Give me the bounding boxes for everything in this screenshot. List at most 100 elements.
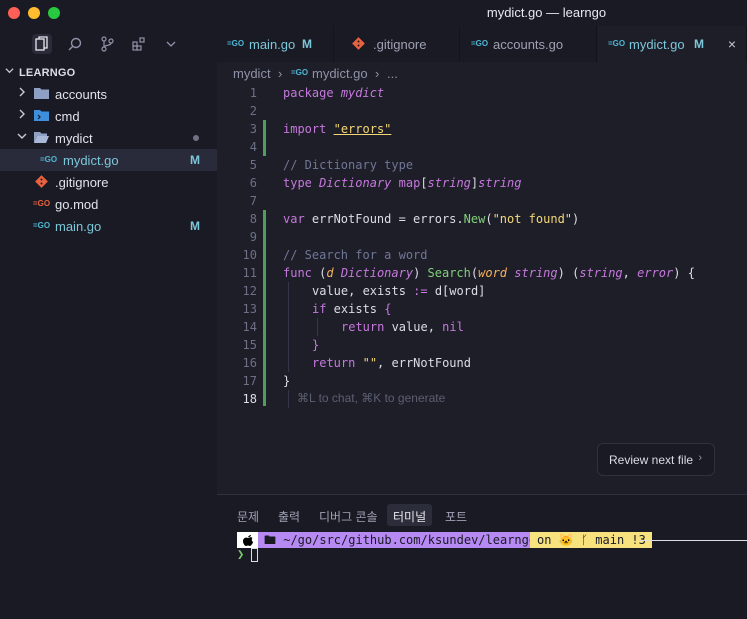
close-tab-icon[interactable]: × — [728, 36, 736, 52]
code-line: 10 // Search for a word — [217, 246, 747, 264]
line-number: 11 — [242, 266, 257, 280]
code-text: var errNotFound = errors.New("not found"… — [283, 212, 580, 226]
code-editor[interactable]: 1 package mydict 2 3 import "errors" 4 5… — [217, 84, 747, 494]
tab-problems[interactable]: 문제 — [237, 504, 259, 526]
code-text: } — [283, 374, 291, 388]
code-text: value, exists := d[word] — [312, 284, 486, 298]
modified-badge: M — [190, 219, 200, 233]
breadcrumb-separator: › — [375, 66, 380, 81]
git-icon — [352, 37, 365, 52]
line-number: 3 — [249, 122, 257, 136]
tab-main-go[interactable]: =GO main.go M — [217, 26, 334, 62]
modified-badge: M — [694, 37, 704, 51]
line-number: 6 — [249, 176, 257, 190]
files-icon[interactable] — [32, 34, 52, 54]
git-icon — [33, 175, 49, 189]
ai-hint: ⌘L to chat, ⌘K to generate — [297, 391, 446, 405]
tab-ports[interactable]: 포트 — [445, 504, 467, 526]
go-file-icon: =GO — [291, 68, 309, 77]
tree-item-accounts[interactable]: accounts — [0, 83, 217, 105]
tab-mydict-go[interactable]: =GO mydict.go M × — [598, 26, 747, 62]
tree-item-label: accounts — [55, 87, 108, 102]
code-line: 8 var errNotFound = errors.New("not foun… — [217, 210, 747, 228]
tab-label: mydict.go — [629, 37, 685, 52]
code-text: return "", errNotFound — [312, 356, 471, 370]
line-number: 4 — [249, 140, 257, 154]
bottom-panel: 문제 출력 디버그 콘솔 터미널 포트 🖿 ~/go/src/github.co… — [217, 494, 747, 619]
chevron-right-icon — [18, 87, 26, 100]
line-number: 10 — [242, 248, 257, 262]
window-title: mydict.go — learngo — [486, 5, 607, 20]
tab-label: .gitignore — [373, 37, 427, 52]
prompt-rule — [640, 540, 747, 541]
code-text: import "errors" — [283, 122, 392, 136]
tree-item-cmd[interactable]: cmd — [0, 105, 217, 127]
explorer-root-label: LEARNGO — [19, 67, 76, 79]
breadcrumb-separator: › — [278, 66, 283, 81]
tab-accounts-go[interactable]: =GO accounts.go — [461, 26, 597, 62]
source-control-icon[interactable] — [97, 34, 117, 54]
go-file-icon: =GO — [608, 39, 626, 48]
code-text: type Dictionary map[string]string — [283, 176, 522, 190]
code-text: return value, nil — [341, 320, 464, 334]
tab-terminal[interactable]: 터미널 — [387, 504, 433, 526]
code-line: 17 } — [217, 372, 747, 390]
line-number: 7 — [249, 194, 257, 208]
review-next-file-label: Review next file — [609, 453, 694, 467]
modified-badge: M — [302, 37, 312, 51]
code-line: 9 — [217, 228, 747, 246]
breadcrumb-folder[interactable]: mydict — [233, 66, 271, 81]
code-line: 18 ⌘L to chat, ⌘K to generate — [217, 390, 747, 408]
tree-item-label: mydict — [55, 131, 93, 146]
tree-item-label: go.mod — [55, 197, 99, 212]
line-number: 5 — [249, 158, 257, 172]
tree-item-mydict-go[interactable]: =GO mydict.go M — [0, 149, 217, 171]
code-line: 1 package mydict — [217, 84, 747, 102]
code-text: } — [312, 338, 320, 352]
folder-icon — [33, 87, 49, 101]
review-next-file-button[interactable]: Review next file › — [597, 443, 715, 476]
code-line: 5 // Dictionary type — [217, 156, 747, 174]
tab-label: accounts.go — [493, 37, 564, 52]
tree-item-label: mydict.go — [63, 153, 119, 168]
terminal-path-segment: 🖿 ~/go/src/github.com/ksundev/learngo — [258, 532, 543, 548]
chevron-right-icon — [18, 109, 26, 122]
extensions-icon[interactable] — [129, 34, 149, 54]
terminal-cursor — [251, 548, 258, 562]
go-file-icon: =GO — [471, 39, 489, 48]
line-number: 13 — [242, 302, 257, 316]
code-line: 7 — [217, 192, 747, 210]
tree-item-gitignore[interactable]: .gitignore — [0, 171, 217, 193]
code-line: 2 — [217, 102, 747, 120]
tab-debug-console[interactable]: 디버그 콘솔 — [319, 504, 378, 526]
line-number: 16 — [242, 356, 257, 370]
line-number: 15 — [242, 338, 257, 352]
activity-bar — [0, 26, 217, 62]
code-line: 15 } — [217, 336, 747, 354]
line-number: 12 — [242, 284, 257, 298]
chevron-down-icon — [17, 131, 27, 144]
search-icon[interactable] — [65, 34, 85, 54]
line-number: 14 — [242, 320, 257, 334]
tab-gitignore[interactable]: .gitignore — [335, 26, 460, 62]
explorer-root[interactable]: LEARNGO — [0, 64, 217, 82]
editor-tab-bar: =GO main.go M .gitignore =GO accounts.go… — [217, 26, 747, 62]
tab-output[interactable]: 출력 — [278, 504, 300, 526]
chevron-down-icon[interactable] — [161, 34, 181, 54]
breadcrumb-more[interactable]: ... — [387, 66, 398, 81]
tree-item-go-mod[interactable]: =GO go.mod — [0, 193, 217, 215]
modified-dot-icon — [193, 135, 199, 141]
chevron-right-icon: › — [698, 452, 702, 464]
code-line: 4 — [217, 138, 747, 156]
tree-item-main-go[interactable]: =GO main.go M — [0, 215, 217, 237]
tree-item-label: cmd — [55, 109, 80, 124]
line-number: 1 — [249, 86, 257, 100]
code-comment: // Dictionary type — [283, 158, 414, 172]
breadcrumb-file[interactable]: mydict.go — [312, 66, 368, 81]
code-line: 11 func (d Dictionary) Search(word strin… — [217, 264, 747, 282]
code-line: 12 value, exists := d[word] — [217, 282, 747, 300]
tree-item-mydict[interactable]: mydict — [0, 127, 217, 149]
sidebar: LEARNGO accounts cmd mydict =GO mydict.g… — [0, 26, 217, 619]
code-line: 3 import "errors" — [217, 120, 747, 138]
line-number: 9 — [249, 230, 257, 244]
